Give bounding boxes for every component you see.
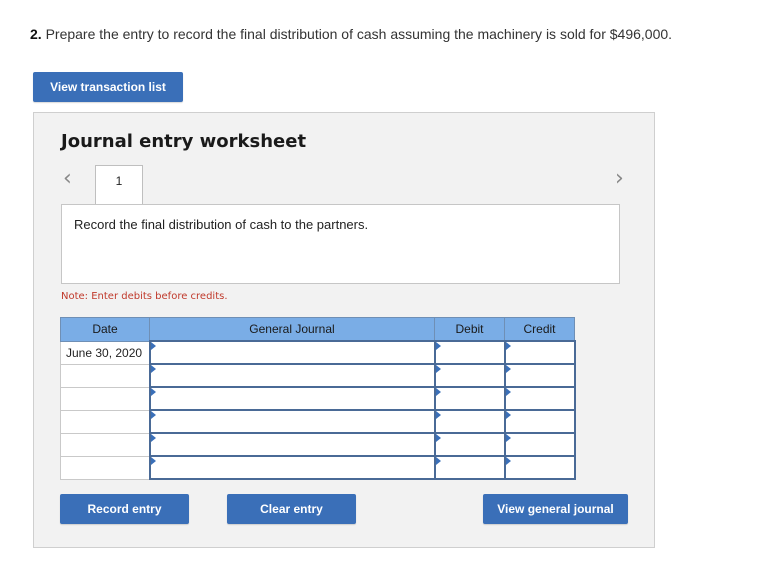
worksheet-title: Journal entry worksheet — [61, 131, 307, 152]
journal-entry-worksheet: Journal entry worksheet ‹ 1 › Record the… — [33, 112, 655, 548]
date-cell — [60, 409, 150, 434]
table-row — [60, 386, 576, 411]
instruction-box: Record the final distribution of cash to… — [61, 204, 620, 284]
journal-table: Date General Journal Debit Credit June 3… — [60, 317, 576, 480]
account-input[interactable] — [148, 409, 436, 434]
question-number: 2. — [30, 26, 42, 42]
debit-input[interactable] — [433, 340, 506, 365]
account-input[interactable] — [148, 432, 436, 457]
header-credit: Credit — [504, 317, 575, 342]
chevron-right-icon[interactable]: › — [615, 167, 624, 191]
table-row: June 30, 2020 — [60, 340, 576, 365]
account-input[interactable] — [148, 455, 436, 480]
credit-input[interactable] — [503, 455, 576, 480]
account-input[interactable] — [148, 386, 436, 411]
journal-header-row: Date General Journal Debit Credit — [60, 317, 575, 342]
date-cell — [60, 386, 150, 411]
question-text: 2. Prepare the entry to record the final… — [30, 26, 672, 42]
debit-input[interactable] — [433, 363, 506, 388]
date-cell — [60, 455, 150, 480]
table-row — [60, 409, 576, 434]
header-general-journal: General Journal — [149, 317, 435, 342]
table-row — [60, 363, 576, 388]
credit-input[interactable] — [503, 409, 576, 434]
account-input[interactable] — [148, 363, 436, 388]
account-input[interactable] — [148, 340, 436, 365]
view-transaction-list-button[interactable]: View transaction list — [33, 72, 183, 102]
chevron-left-icon[interactable]: ‹ — [63, 167, 72, 191]
debit-input[interactable] — [433, 432, 506, 457]
debit-input[interactable] — [433, 455, 506, 480]
view-general-journal-button[interactable]: View general journal — [483, 494, 628, 524]
tab-entry-1[interactable]: 1 — [95, 165, 143, 206]
credit-input[interactable] — [503, 386, 576, 411]
record-entry-button[interactable]: Record entry — [60, 494, 189, 524]
clear-entry-button[interactable]: Clear entry — [227, 494, 356, 524]
credit-input[interactable] — [503, 363, 576, 388]
debit-input[interactable] — [433, 409, 506, 434]
header-date: Date — [60, 317, 150, 342]
header-debit: Debit — [434, 317, 505, 342]
table-row — [60, 432, 576, 457]
note-text: Note: Enter debits before credits. — [61, 291, 228, 302]
date-cell — [60, 363, 150, 388]
credit-input[interactable] — [503, 432, 576, 457]
debit-input[interactable] — [433, 386, 506, 411]
credit-input[interactable] — [503, 340, 576, 365]
date-cell: June 30, 2020 — [60, 340, 150, 365]
question-body: Prepare the entry to record the final di… — [45, 26, 673, 42]
instruction-text: Record the final distribution of cash to… — [74, 217, 369, 232]
date-cell — [60, 432, 150, 457]
table-row — [60, 455, 576, 480]
